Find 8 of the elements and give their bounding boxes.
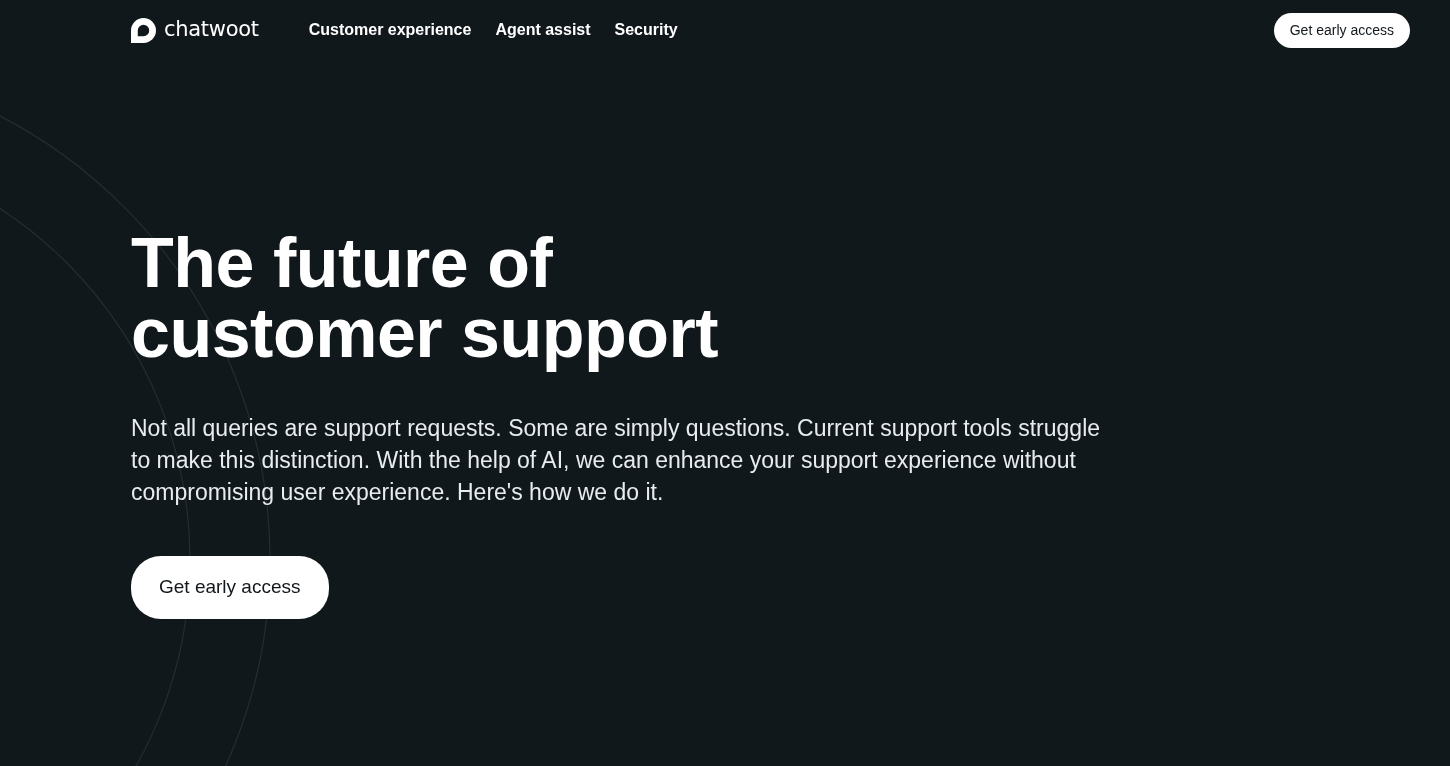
nav-link[interactable]: Customer experience [308, 18, 472, 42]
hero-description: Not all queries are support requests. Some are simply questions. Current support tools struggle to make this distinction. With the help of AI, we can enhance your support experience without compromising user experience. Here's how we do it. [131, 414, 1101, 507]
nav-link[interactable]: Agent assist [495, 18, 591, 42]
get-access-button[interactable]: Get early access [131, 556, 329, 619]
nav-link[interactable]: Security [614, 18, 678, 42]
chat-bubble-logo-icon [131, 17, 156, 43]
get-access-button[interactable]: Get early access [1273, 12, 1410, 48]
brand-name: chatwoot [164, 16, 259, 44]
